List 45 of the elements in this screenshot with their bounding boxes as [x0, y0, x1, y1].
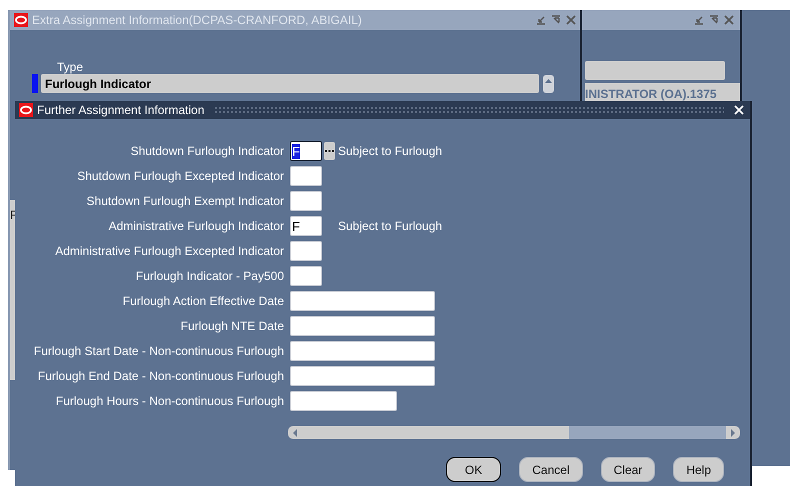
field-label: Administrative Furlough Indicator — [108, 219, 284, 233]
maximize-icon[interactable] — [551, 15, 561, 25]
scrollbar-thumb[interactable] — [302, 426, 570, 439]
description-text: Subject to Furlough — [338, 144, 442, 158]
oracle-logo-icon — [14, 13, 28, 27]
scroll-up-icon[interactable] — [543, 74, 554, 92]
current-record-marker — [32, 74, 38, 93]
dialog-title: Further Assignment Information — [37, 103, 204, 117]
field-label: Administrative Furlough Excepted Indicator — [54, 244, 284, 258]
field-label: Furlough Hours - Non-continuous Furlough — [54, 394, 284, 408]
field-label: Furlough NTE Date — [180, 319, 284, 333]
maximize-icon[interactable] — [709, 15, 719, 25]
field-label: Furlough Indicator - Pay500 — [134, 269, 284, 283]
field-label: Furlough End Date - Non-continuous Furlough — [36, 369, 284, 383]
window-title: Extra Assignment Information(DCPAS-CRANFORD, ABIGAIL) — [32, 13, 362, 27]
field-label: Shutdown Furlough Exempt Indicator — [86, 194, 284, 208]
list-of-values-button[interactable] — [324, 142, 335, 160]
field-label: Furlough Action Effective Date — [122, 294, 284, 308]
dialog-button[interactable]: OK — [446, 457, 502, 482]
input-field[interactable] — [290, 291, 435, 311]
field-label: Shutdown Furlough Indicator — [130, 144, 284, 158]
input-field[interactable] — [290, 266, 322, 286]
oracle-logo-icon — [19, 103, 33, 117]
field-label: Shutdown Furlough Excepted Indicator — [76, 169, 284, 183]
horizontal-scrollbar[interactable] — [288, 426, 740, 439]
type-field[interactable]: Furlough Indicator — [41, 74, 539, 93]
dialog-button[interactable]: Cancel — [519, 457, 583, 482]
input-field[interactable] — [290, 241, 322, 261]
input-field[interactable] — [290, 316, 435, 336]
dialog-button[interactable]: Help — [673, 457, 724, 482]
input-field[interactable]: F — [290, 141, 322, 161]
field-label: Furlough Start Date - Non-continuous Furlough — [32, 344, 284, 358]
input-field[interactable] — [585, 61, 725, 80]
input-field[interactable] — [290, 366, 435, 386]
ellipsis-icon — [325, 150, 334, 152]
type-label: Type — [57, 60, 84, 74]
dialog-button[interactable]: Clear — [600, 457, 656, 482]
input-field[interactable] — [290, 166, 322, 186]
input-field[interactable]: F — [290, 216, 322, 236]
input-field[interactable] — [290, 391, 397, 411]
description-text: Subject to Furlough — [338, 219, 442, 233]
minimize-icon[interactable] — [536, 15, 546, 25]
minimize-icon[interactable] — [694, 15, 704, 25]
input-field[interactable] — [290, 191, 322, 211]
input-field[interactable] — [290, 341, 435, 361]
